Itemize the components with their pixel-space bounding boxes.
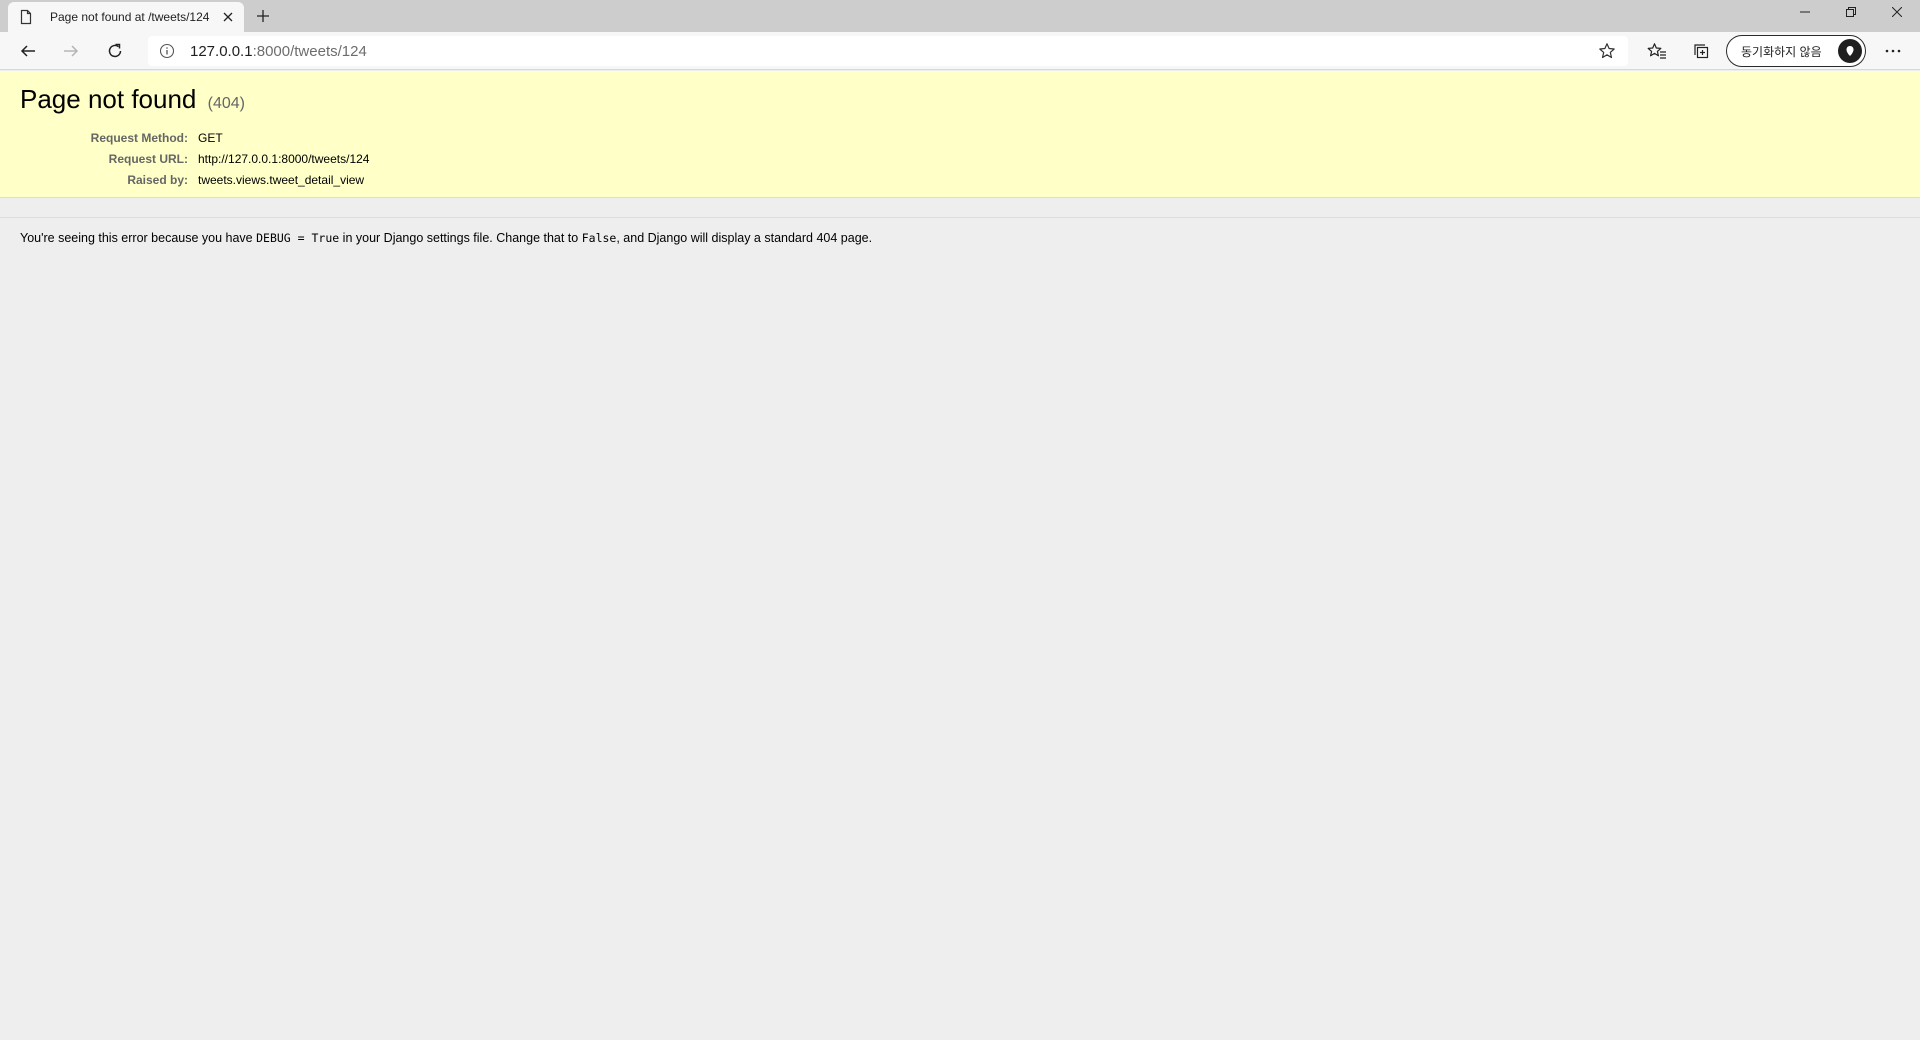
forward-arrow-icon — [64, 45, 79, 57]
minimize-icon — [1800, 11, 1810, 13]
favorites-icon — [1647, 43, 1666, 59]
new-tab-button[interactable] — [250, 4, 276, 28]
status-code: (404) — [207, 95, 245, 112]
avatar — [1838, 39, 1862, 63]
close-window-icon — [1892, 7, 1902, 17]
explanation-text: You're seeing this error because you hav… — [20, 231, 257, 245]
address-bar[interactable]: 127.0.0.1:8000/tweets/124 — [148, 36, 1628, 66]
url-host: 127.0.0.1 — [190, 42, 253, 60]
refresh-icon — [108, 43, 122, 58]
more-button[interactable] — [1876, 37, 1910, 65]
forward-button[interactable] — [56, 37, 86, 65]
url-path: :8000/tweets/124 — [252, 42, 367, 60]
browser-tab[interactable]: Page not found at /tweets/124 — [8, 2, 244, 32]
meta-row: Request URL: http://127.0.0.1:8000/tweet… — [20, 149, 370, 170]
url-text: 127.0.0.1:8000/tweets/124 — [190, 43, 367, 60]
star-icon[interactable] — [1592, 36, 1622, 66]
back-arrow-icon — [20, 45, 35, 57]
page-content: Page not found (404) Request Method: GET… — [0, 71, 1920, 1040]
minimize-button[interactable] — [1782, 0, 1828, 24]
explanation-text: , and Django will display a standard 404… — [616, 231, 873, 245]
error-summary: Page not found (404) Request Method: GET… — [0, 71, 1920, 198]
meta-row: Request Method: GET — [20, 128, 369, 149]
profile-button[interactable]: 동기화하지 않음 — [1726, 35, 1866, 67]
profile-label: 동기화하지 않음 — [1741, 44, 1822, 59]
info-band — [0, 198, 1920, 218]
favorites-button[interactable] — [1642, 37, 1672, 65]
meta-label: Request URL: — [108, 152, 188, 166]
restore-icon — [1846, 7, 1856, 17]
collections-button[interactable] — [1686, 37, 1716, 65]
meta-label: Raised by: — [127, 173, 188, 187]
request-meta-table: Request Method: GET Request URL: http://… — [20, 128, 370, 191]
back-button[interactable] — [13, 37, 43, 65]
debug-explanation: You're seeing this error because you hav… — [0, 218, 1920, 258]
page-title-text: Page not found — [20, 84, 197, 114]
meta-value: http://127.0.0.1:8000/tweets/124 — [198, 152, 370, 166]
explanation-text: in your Django settings file. Change tha… — [339, 231, 582, 245]
close-window-button[interactable] — [1874, 0, 1920, 24]
browser-toolbar: 127.0.0.1:8000/tweets/124 동기화하지 않음 — [0, 32, 1920, 70]
window-controls — [1782, 0, 1920, 24]
tab-strip: Page not found at /tweets/124 — [0, 0, 1920, 32]
page-title: Page not found (404) — [20, 83, 1900, 120]
meta-value: GET — [198, 131, 223, 145]
false-code: False — [581, 231, 617, 245]
restore-button[interactable] — [1828, 0, 1874, 24]
meta-label: Request Method: — [90, 131, 188, 145]
refresh-button[interactable] — [100, 37, 130, 65]
close-icon[interactable] — [216, 5, 240, 29]
meta-row: Raised by: tweets.views.tweet_detail_vie… — [20, 170, 369, 191]
profile-icon — [1846, 46, 1854, 56]
debug-setting-code: DEBUG = True — [256, 231, 340, 245]
more-icon — [1885, 49, 1901, 53]
meta-value: tweets.views.tweet_detail_view — [198, 173, 365, 187]
plus-icon — [257, 10, 269, 22]
page-icon — [18, 9, 34, 25]
collections-icon — [1694, 44, 1709, 59]
info-icon[interactable] — [152, 36, 182, 66]
tab-title: Page not found at /tweets/124 — [50, 10, 210, 24]
